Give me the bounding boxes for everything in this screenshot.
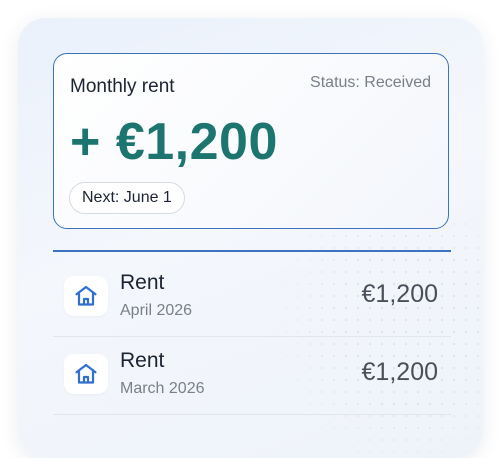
transaction-date: March 2026	[120, 380, 205, 397]
rent-panel: Monthly rent Status: Received + €1,200 N…	[18, 18, 483, 458]
transaction-name: Rent	[120, 271, 165, 294]
next-date-badge: Next: June 1	[69, 182, 185, 214]
house-icon	[64, 354, 108, 394]
next-date-label: Next: June 1	[82, 189, 172, 206]
transaction-date: April 2026	[120, 302, 193, 319]
transaction-row[interactable]: Rent March 2026 €1,200	[53, 336, 451, 415]
transaction-amount: €1,200	[361, 280, 438, 308]
transaction-amount: €1,200	[361, 358, 438, 386]
rent-amount: + €1,200	[70, 113, 278, 171]
card-title: Monthly rent	[70, 76, 175, 97]
house-icon	[64, 276, 108, 316]
divider	[53, 250, 451, 252]
transaction-name: Rent	[120, 349, 165, 372]
transaction-row[interactable]: Rent April 2026 €1,200	[53, 258, 451, 337]
monthly-rent-card[interactable]: Monthly rent Status: Received + €1,200 N…	[53, 53, 449, 229]
status-label: Status: Received	[310, 74, 431, 91]
